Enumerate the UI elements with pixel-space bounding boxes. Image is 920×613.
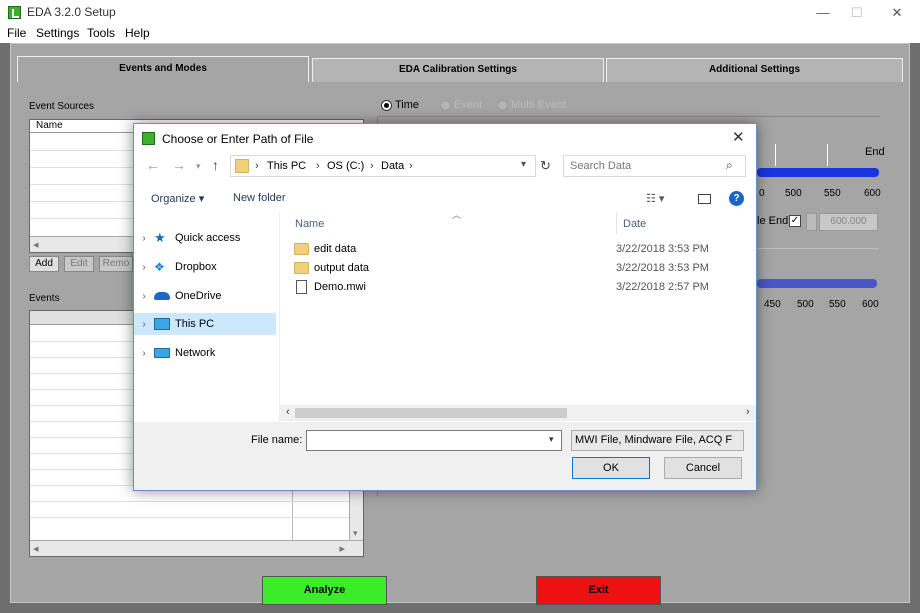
nav-item-network[interactable]: › Network [134,342,276,364]
scroll-down-icon[interactable]: ▾ [353,528,358,539]
window-title: EDA 3.2.0 Setup [27,5,116,19]
up-icon[interactable]: ↑ [212,157,219,173]
mode-time-radio[interactable]: Time [381,99,419,111]
file-row-output-data[interactable]: output data 3/22/2018 3:53 PM [294,259,734,277]
menu-help[interactable]: Help [125,26,150,40]
network-icon [154,348,170,358]
address-dropdown-icon[interactable]: ▾ [521,159,526,170]
nav-item-this-pc[interactable]: › This PC [134,313,276,335]
minimize-button[interactable]: — [808,3,838,23]
folder-icon [294,243,309,255]
menu-tools[interactable]: Tools [87,26,115,40]
file-icon [296,280,307,294]
breadcrumb-os-c[interactable]: OS (C:) [327,160,364,172]
dialog-close-icon[interactable]: ✕ [732,128,745,146]
breadcrumb-data[interactable]: Data [381,160,404,172]
preview-pane-icon[interactable] [698,194,711,204]
computer-icon [154,318,170,330]
menu-bar: File Settings Tools Help [0,25,920,43]
close-button[interactable]: ✕ [882,3,912,23]
scroll-right-icon[interactable]: › [746,406,750,418]
file-name-input[interactable]: ▾ [306,430,562,451]
analyze-button[interactable]: Analyze [262,576,387,605]
folder-icon [235,159,249,173]
search-icon[interactable]: ⌕ [726,158,733,173]
file-type-select[interactable]: MWI File, Mindware File, ACQ F [571,430,744,451]
tab-additional-settings[interactable]: Additional Settings [606,58,903,82]
recent-dropdown-icon[interactable]: ▾ [196,161,201,172]
menu-settings[interactable]: Settings [36,26,79,40]
cancel-button[interactable]: Cancel [664,457,742,479]
file-name-label: File name: [251,434,303,446]
scroll-thumb[interactable] [295,408,567,418]
star-icon: ★ [154,230,166,245]
tab-eda-calibration-settings[interactable]: EDA Calibration Settings [312,58,604,82]
nav-item-dropbox[interactable]: › ❖ Dropbox [134,256,276,278]
tab-events-and-modes[interactable]: Events and Modes [17,56,309,82]
radio-dot-icon [497,99,508,111]
column-header-date[interactable]: Date [623,218,646,230]
folder-icon [294,262,309,274]
view-options-icon[interactable]: ☷ ▾ [646,192,664,205]
search-input[interactable]: Search Data ⌕ [563,155,746,177]
back-icon[interactable]: ← [146,157,160,173]
breadcrumb-this-pc[interactable]: This PC [267,160,306,172]
forward-icon[interactable]: → [172,157,186,173]
sort-ascending-icon: ︿ [452,210,462,220]
address-bar[interactable]: › This PC › OS (C:) › Data › ▾ [230,155,536,177]
file-list-horizontal-scrollbar[interactable]: ‹ › [280,405,756,421]
file-dialog: Choose or Enter Path of File ✕ ← → ▾ ↑ ›… [133,123,757,491]
dialog-footer: File name: ▾ MWI File, Mindware File, AC… [134,422,756,490]
add-button[interactable]: Add [29,256,59,272]
file-row-edit-data[interactable]: edit data 3/22/2018 3:53 PM [294,240,734,258]
mode-multi-event-radio[interactable]: Multi-Event [497,99,566,111]
events-label: Events [29,293,60,304]
radio-dot-icon [440,99,451,111]
mode-event-radio[interactable]: Event [440,99,482,111]
scroll-left-icon[interactable]: ◂ [33,238,39,251]
app-icon [8,6,21,19]
menu-file[interactable]: File [7,26,26,40]
ok-button[interactable]: OK [572,457,650,479]
scroll-left-icon[interactable]: ‹ [286,406,290,418]
help-icon[interactable]: ? [729,191,744,206]
scroll-left-icon[interactable]: ◂ [33,542,39,555]
remove-button[interactable]: Remo [99,256,133,272]
events-horizontal-scrollbar[interactable]: ◂ ▸ [30,540,363,556]
nav-item-quick-access[interactable]: › ★ Quick access [134,227,276,249]
app-icon [142,132,155,145]
title-bar: EDA 3.2.0 Setup — ☐ ✕ [0,0,920,25]
cloud-icon [154,292,170,300]
radio-dot-icon [381,99,392,111]
new-folder-button[interactable]: New folder [233,192,286,204]
file-row-demo-mwi[interactable]: Demo.mwi 3/22/2018 2:57 PM [294,278,734,296]
organize-button[interactable]: Organize ▾ [151,192,204,205]
maximize-button[interactable]: ☐ [842,3,872,23]
column-header-name[interactable]: Name [295,218,324,230]
dialog-title: Choose or Enter Path of File [162,132,314,146]
chevron-down-icon[interactable]: ▾ [549,434,554,445]
navigation-pane: › ★ Quick access › ❖ Dropbox › OneDrive › This… [134,212,279,422]
dropbox-icon: ❖ [154,260,165,274]
edit-button[interactable]: Edit [64,256,94,272]
refresh-icon[interactable]: ↻ [540,158,551,174]
scroll-right-icon[interactable]: ▸ [339,542,345,555]
exit-button[interactable]: Exit [536,576,661,605]
nav-item-onedrive[interactable]: › OneDrive [134,285,276,307]
search-placeholder: Search Data [570,160,632,172]
event-sources-label: Event Sources [29,101,95,112]
